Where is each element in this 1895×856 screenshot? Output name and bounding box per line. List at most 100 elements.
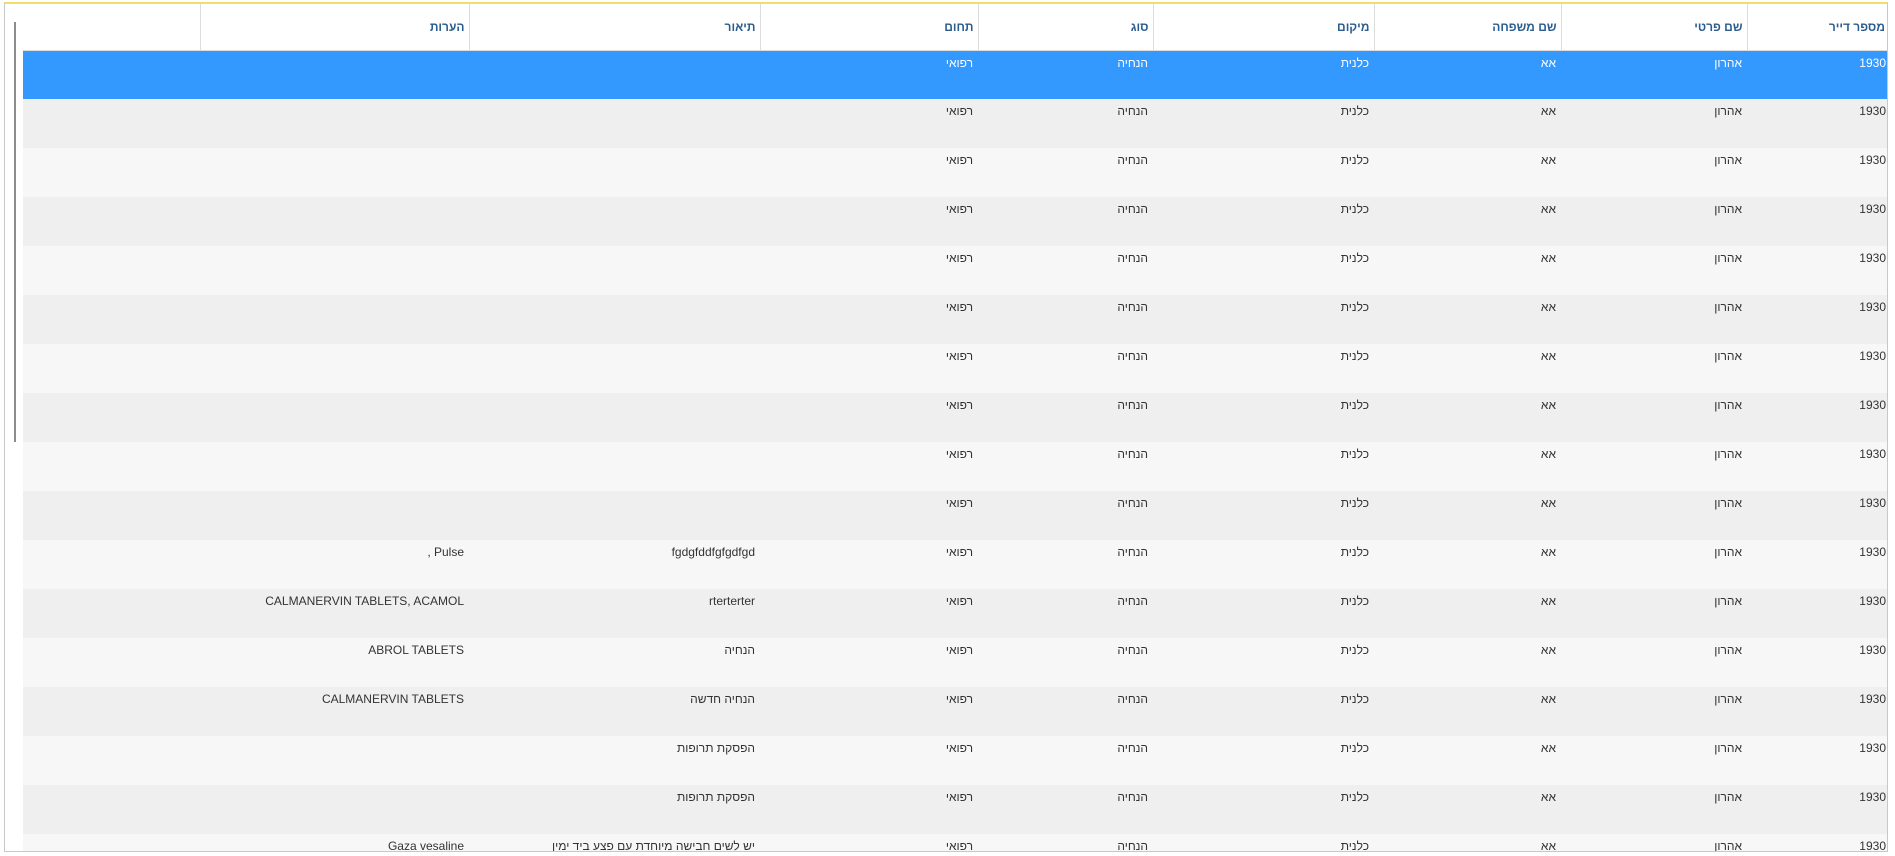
cell-last-name[interactable]: אא bbox=[1374, 99, 1561, 148]
cell-notes[interactable] bbox=[200, 393, 469, 442]
cell-domain[interactable]: רפואי bbox=[760, 50, 978, 99]
cell-description[interactable]: הפסקת תרופות bbox=[469, 736, 760, 785]
cell-first-name[interactable]: אהרון bbox=[1561, 442, 1747, 491]
column-header-location[interactable]: מיקום bbox=[1152, 4, 1374, 51]
cell-location[interactable]: כלנית bbox=[1153, 246, 1374, 295]
cell-domain[interactable]: רפואי bbox=[760, 295, 978, 344]
cell-location[interactable]: כלנית bbox=[1153, 197, 1374, 246]
cell-notes[interactable] bbox=[200, 785, 469, 834]
cell-type[interactable]: הנחיה bbox=[978, 736, 1153, 785]
cell-extra[interactable] bbox=[23, 295, 200, 344]
cell-first-name[interactable]: אהרון bbox=[1561, 197, 1747, 246]
column-header-resident-no[interactable]: מספר דייר bbox=[1746, 4, 1887, 51]
cell-location[interactable]: כלנית bbox=[1153, 393, 1374, 442]
cell-domain[interactable]: רפואי bbox=[760, 393, 978, 442]
cell-type[interactable]: הנחיה bbox=[978, 540, 1153, 589]
cell-resident-no[interactable]: 1930 bbox=[1747, 50, 1887, 99]
table-row[interactable]: 1930 אהרון אא כלנית הנחיה רפואי הפסקת תרופות bbox=[23, 736, 1887, 785]
cell-description[interactable]: הנחיה bbox=[469, 638, 760, 687]
vertical-scrollbar[interactable] bbox=[14, 22, 16, 442]
cell-extra[interactable] bbox=[23, 148, 200, 197]
cell-type[interactable]: הנחיה bbox=[978, 393, 1153, 442]
cell-resident-no[interactable]: 1930 bbox=[1747, 295, 1887, 344]
table-row[interactable]: 1930 אהרון אא כלנית הנחיה רפואי bbox=[23, 442, 1887, 491]
table-row-selected[interactable]: 1930 אהרון אא כלנית הנחיה רפואי bbox=[23, 50, 1887, 99]
cell-resident-no[interactable]: 1930 bbox=[1747, 540, 1887, 589]
cell-resident-no[interactable]: 1930 bbox=[1747, 148, 1887, 197]
cell-location[interactable]: כלנית bbox=[1153, 50, 1374, 99]
cell-description[interactable] bbox=[469, 99, 760, 148]
cell-resident-no[interactable]: 1930 bbox=[1747, 638, 1887, 687]
cell-description[interactable] bbox=[469, 442, 760, 491]
cell-resident-no[interactable]: 1930 bbox=[1747, 246, 1887, 295]
cell-domain[interactable]: רפואי bbox=[760, 344, 978, 393]
cell-description[interactable] bbox=[469, 197, 760, 246]
cell-last-name[interactable]: אא bbox=[1374, 491, 1561, 540]
table-row[interactable]: 1930 אהרון אא כלנית הנחיה רפואי bbox=[23, 148, 1887, 197]
cell-extra[interactable] bbox=[23, 442, 200, 491]
cell-domain[interactable]: רפואי bbox=[760, 491, 978, 540]
cell-notes[interactable]: ABROL TABLETS bbox=[200, 638, 469, 687]
cell-resident-no[interactable]: 1930 bbox=[1747, 442, 1887, 491]
cell-description[interactable]: rterterter bbox=[469, 589, 760, 638]
cell-type[interactable]: הנחיה bbox=[978, 344, 1153, 393]
table-row[interactable]: 1930 אהרון אא כלנית הנחיה רפואי fgdgfddfgfgdfg… bbox=[23, 540, 1887, 589]
cell-notes[interactable] bbox=[200, 50, 469, 99]
cell-notes[interactable] bbox=[200, 442, 469, 491]
cell-last-name[interactable]: אא bbox=[1374, 442, 1561, 491]
table-row[interactable]: 1930 אהרון אא כלנית הנחיה רפואי bbox=[23, 99, 1887, 148]
cell-type[interactable]: הנחיה bbox=[978, 687, 1153, 736]
cell-type[interactable]: הנחיה bbox=[978, 246, 1153, 295]
table-row[interactable]: 1930 אהרון אא כלנית הנחיה רפואי bbox=[23, 344, 1887, 393]
column-header-last-name[interactable]: שם משפחה bbox=[1373, 4, 1561, 51]
cell-location[interactable]: כלנית bbox=[1153, 491, 1374, 540]
cell-last-name[interactable]: אא bbox=[1374, 736, 1561, 785]
cell-resident-no[interactable]: 1930 bbox=[1747, 344, 1887, 393]
table-row[interactable]: 1930 אהרון אא כלנית הנחיה רפואי bbox=[23, 197, 1887, 246]
table-row[interactable]: 1930 אהרון אא כלנית הנחיה רפואי bbox=[23, 491, 1887, 540]
cell-type[interactable]: הנחיה bbox=[978, 197, 1153, 246]
cell-type[interactable]: הנחיה bbox=[978, 442, 1153, 491]
cell-description[interactable] bbox=[469, 491, 760, 540]
cell-first-name[interactable]: אהרון bbox=[1561, 148, 1747, 197]
cell-description[interactable] bbox=[469, 246, 760, 295]
cell-last-name[interactable]: אא bbox=[1374, 687, 1561, 736]
cell-extra[interactable] bbox=[23, 589, 200, 638]
cell-type[interactable]: הנחיה bbox=[978, 638, 1153, 687]
cell-type[interactable]: הנחיה bbox=[978, 491, 1153, 540]
cell-domain[interactable]: רפואי bbox=[760, 148, 978, 197]
cell-location[interactable]: כלנית bbox=[1153, 638, 1374, 687]
cell-domain[interactable]: רפואי bbox=[760, 736, 978, 785]
cell-domain[interactable]: רפואי bbox=[760, 687, 978, 736]
table-row[interactable]: 1930 אהרון אא כלנית הנחיה רפואי bbox=[23, 246, 1887, 295]
cell-last-name[interactable]: אא bbox=[1374, 834, 1561, 851]
cell-first-name[interactable]: אהרון bbox=[1561, 491, 1747, 540]
column-header-description[interactable]: תיאור bbox=[468, 4, 760, 51]
cell-domain[interactable]: רפואי bbox=[760, 99, 978, 148]
cell-last-name[interactable]: אא bbox=[1374, 197, 1561, 246]
cell-description[interactable]: הנחיה חדשה bbox=[469, 687, 760, 736]
cell-first-name[interactable]: אהרון bbox=[1561, 540, 1747, 589]
cell-notes[interactable] bbox=[200, 295, 469, 344]
cell-first-name[interactable]: אהרון bbox=[1561, 50, 1747, 99]
cell-resident-no[interactable]: 1930 bbox=[1747, 589, 1887, 638]
cell-location[interactable]: כלנית bbox=[1153, 736, 1374, 785]
cell-extra[interactable] bbox=[23, 638, 200, 687]
cell-notes[interactable] bbox=[200, 344, 469, 393]
cell-location[interactable]: כלנית bbox=[1153, 99, 1374, 148]
cell-notes[interactable] bbox=[200, 736, 469, 785]
cell-extra[interactable] bbox=[23, 491, 200, 540]
cell-first-name[interactable]: אהרון bbox=[1561, 344, 1747, 393]
cell-last-name[interactable]: אא bbox=[1374, 540, 1561, 589]
cell-notes[interactable] bbox=[200, 99, 469, 148]
cell-last-name[interactable]: אא bbox=[1374, 148, 1561, 197]
cell-location[interactable]: כלנית bbox=[1153, 442, 1374, 491]
cell-description[interactable] bbox=[469, 344, 760, 393]
cell-notes[interactable] bbox=[200, 246, 469, 295]
cell-domain[interactable]: רפואי bbox=[760, 197, 978, 246]
cell-extra[interactable] bbox=[23, 197, 200, 246]
cell-location[interactable]: כלנית bbox=[1153, 687, 1374, 736]
cell-resident-no[interactable]: 1930 bbox=[1747, 785, 1887, 834]
cell-last-name[interactable]: אא bbox=[1374, 393, 1561, 442]
cell-first-name[interactable]: אהרון bbox=[1561, 393, 1747, 442]
